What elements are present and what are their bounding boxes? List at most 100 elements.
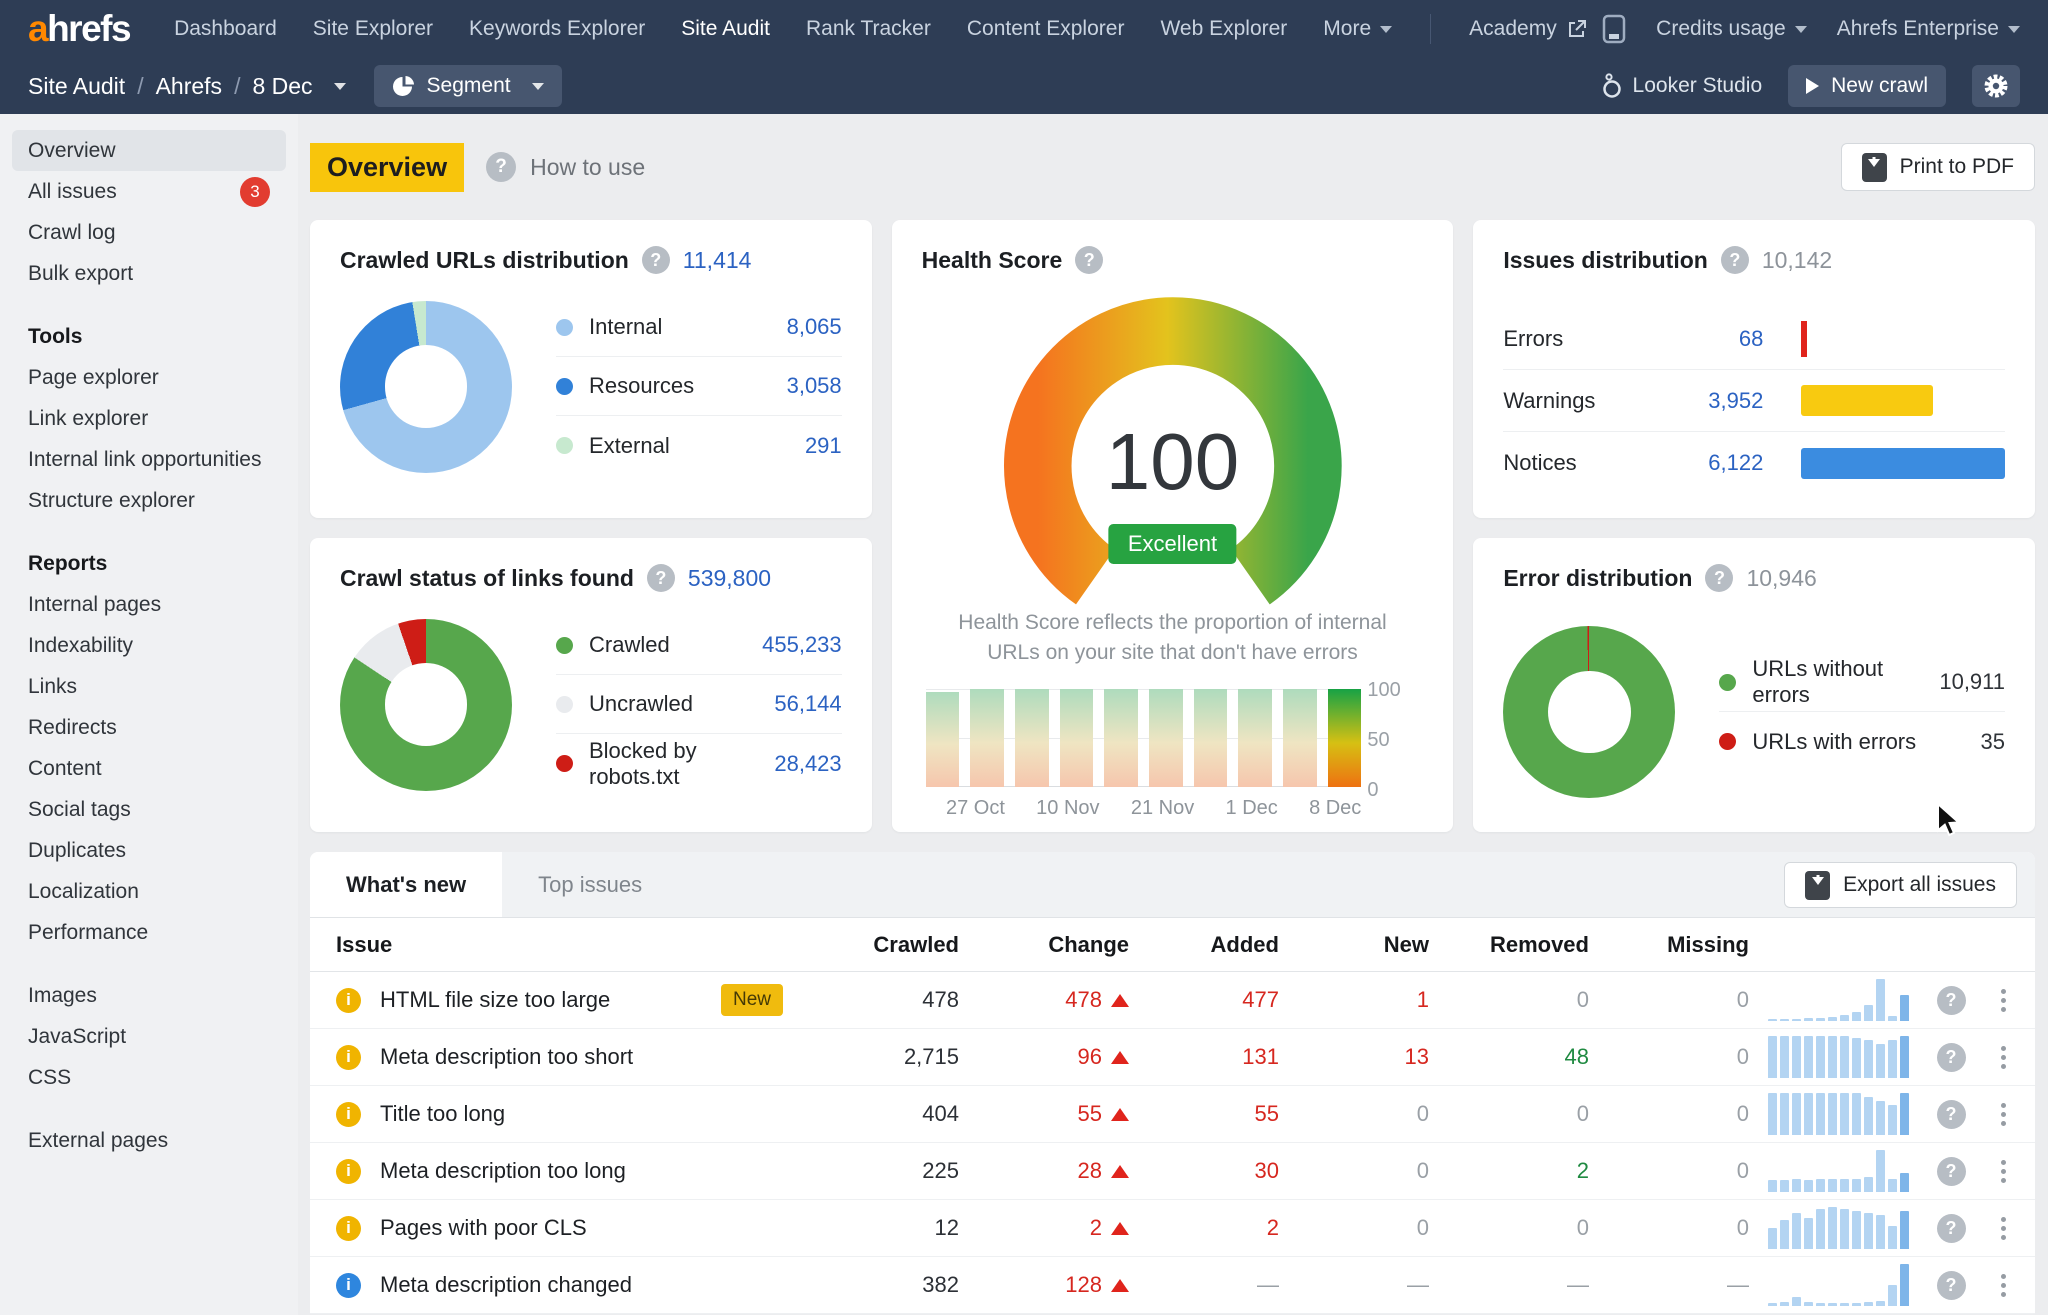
- help-icon[interactable]: ?: [1937, 1100, 1966, 1129]
- sidebar-item-performance[interactable]: Performance: [12, 912, 286, 953]
- help-icon[interactable]: ?: [1937, 1043, 1966, 1072]
- dist-value-link[interactable]: 3,952: [1653, 388, 1763, 414]
- sidebar-item-localization[interactable]: Localization: [12, 871, 286, 912]
- links-found-total-link[interactable]: 539,800: [688, 565, 771, 592]
- sparkline-bar: [1780, 1220, 1789, 1249]
- credits-usage-menu[interactable]: Credits usage: [1656, 17, 1807, 41]
- row-menu-icon[interactable]: [2001, 1160, 2006, 1183]
- issue-link[interactable]: Pages with poor CLS: [380, 1215, 587, 1241]
- column-header-change[interactable]: Change: [959, 932, 1129, 958]
- sidebar-item-redirects[interactable]: Redirects: [12, 707, 286, 748]
- nav-dashboard[interactable]: Dashboard: [174, 17, 277, 41]
- sidebar-item-bulk-export[interactable]: Bulk export: [12, 253, 286, 294]
- ahrefs-logo[interactable]: ahrefs: [28, 8, 130, 50]
- column-header-removed[interactable]: Removed: [1429, 932, 1589, 958]
- column-header-missing[interactable]: Missing: [1589, 932, 1749, 958]
- sidebar-item-duplicates[interactable]: Duplicates: [12, 830, 286, 871]
- looker-studio-link[interactable]: Looker Studio: [1601, 73, 1763, 99]
- how-to-use-link[interactable]: How to use: [530, 154, 645, 181]
- tab-top-issues[interactable]: Top issues: [502, 852, 678, 917]
- breadcrumb-crawl-date[interactable]: 8 Dec: [252, 73, 312, 100]
- legend-value[interactable]: 8,065: [787, 314, 842, 340]
- sidebar-item-overview[interactable]: Overview: [12, 130, 286, 171]
- help-icon[interactable]: ?: [486, 152, 516, 182]
- sidebar-item-social-tags[interactable]: Social tags: [12, 789, 286, 830]
- sidebar-item-page-explorer[interactable]: Page explorer: [12, 357, 286, 398]
- account-menu[interactable]: Ahrefs Enterprise: [1837, 17, 2020, 41]
- nav-more[interactable]: More: [1323, 17, 1392, 41]
- segment-button[interactable]: Segment: [374, 65, 562, 107]
- row-menu-icon[interactable]: [2001, 1046, 2006, 1069]
- issue-link[interactable]: HTML file size too large: [380, 987, 610, 1013]
- nav-site-explorer[interactable]: Site Explorer: [313, 17, 433, 41]
- help-icon[interactable]: ?: [1937, 1214, 1966, 1243]
- help-icon[interactable]: ?: [1937, 1271, 1966, 1300]
- sidebar-item-label: JavaScript: [28, 1025, 126, 1049]
- academy-label: Academy: [1469, 17, 1557, 41]
- device-icon[interactable]: [1602, 14, 1626, 44]
- help-icon[interactable]: ?: [1075, 246, 1103, 274]
- legend-value[interactable]: 56,144: [774, 691, 841, 717]
- nav-web-explorer[interactable]: Web Explorer: [1160, 17, 1287, 41]
- nav-keywords-explorer[interactable]: Keywords Explorer: [469, 17, 645, 41]
- sidebar-item-javascript[interactable]: JavaScript: [12, 1016, 286, 1057]
- export-file-icon: [1805, 871, 1830, 900]
- change-number: 128: [1065, 1272, 1102, 1298]
- sidebar-item-internal-link-opportunities[interactable]: Internal link opportunities: [12, 439, 286, 480]
- settings-button[interactable]: [1972, 65, 2020, 107]
- legend-value[interactable]: 35: [1981, 729, 2005, 755]
- sidebar-item-links[interactable]: Links: [12, 666, 286, 707]
- legend-value[interactable]: 291: [805, 433, 842, 459]
- crawled-urls-total-link[interactable]: 11,414: [683, 247, 752, 274]
- column-header-added[interactable]: Added: [1129, 932, 1279, 958]
- help-icon[interactable]: ?: [1705, 564, 1733, 592]
- row-menu-icon[interactable]: [2001, 1217, 2006, 1240]
- help-icon[interactable]: ?: [647, 564, 675, 592]
- help-icon[interactable]: ?: [1937, 986, 1966, 1015]
- legend-value[interactable]: 10,911: [1939, 669, 2005, 695]
- legend-value[interactable]: 28,423: [774, 751, 841, 777]
- sidebar-item-link-explorer[interactable]: Link explorer: [12, 398, 286, 439]
- issue-row-pages-with-poor-cls: iPages with poor CLS1222000?: [310, 1200, 2035, 1257]
- nav-rank-tracker[interactable]: Rank Tracker: [806, 17, 931, 41]
- sidebar-item-structure-explorer[interactable]: Structure explorer: [12, 480, 286, 521]
- sidebar-item-indexability[interactable]: Indexability: [12, 625, 286, 666]
- help-icon[interactable]: ?: [1721, 246, 1749, 274]
- dist-value-link[interactable]: 6,122: [1653, 450, 1763, 476]
- issue-link[interactable]: Title too long: [380, 1101, 505, 1127]
- nav-academy[interactable]: Academy: [1469, 17, 1587, 41]
- sidebar-item-css[interactable]: CSS: [12, 1057, 286, 1098]
- help-icon[interactable]: ?: [1937, 1157, 1966, 1186]
- issue-row-title-too-long: iTitle too long4045555000?: [310, 1086, 2035, 1143]
- tab-what-s-new[interactable]: What's new: [310, 852, 502, 917]
- print-to-pdf-button[interactable]: Print to PDF: [1841, 143, 2035, 191]
- export-all-issues-button[interactable]: Export all issues: [1784, 862, 2017, 908]
- sidebar-gap: [12, 953, 286, 975]
- sidebar-item-content[interactable]: Content: [12, 748, 286, 789]
- dist-value-link[interactable]: 68: [1653, 326, 1763, 352]
- row-menu-icon[interactable]: [2001, 1274, 2006, 1297]
- breadcrumb-project[interactable]: Ahrefs: [156, 73, 222, 100]
- new-crawl-button[interactable]: New crawl: [1788, 65, 1946, 107]
- x-axis-label: 27 Oct: [946, 797, 1005, 820]
- sidebar-item-all-issues[interactable]: All issues3: [12, 171, 286, 212]
- sidebar-item-internal-pages[interactable]: Internal pages: [12, 584, 286, 625]
- issue-link[interactable]: Meta description changed: [380, 1272, 632, 1298]
- sidebar-item-images[interactable]: Images: [12, 975, 286, 1016]
- legend-value[interactable]: 455,233: [762, 632, 842, 658]
- row-menu-icon[interactable]: [2001, 989, 2006, 1012]
- sidebar-item-crawl-log[interactable]: Crawl log: [12, 212, 286, 253]
- column-header-issue[interactable]: Issue: [336, 932, 809, 958]
- column-header-crawled[interactable]: Crawled: [809, 932, 959, 958]
- nav-site-audit[interactable]: Site Audit: [681, 17, 770, 41]
- issue-link[interactable]: Meta description too short: [380, 1044, 633, 1070]
- breadcrumb-tool[interactable]: Site Audit: [28, 73, 125, 100]
- breadcrumb[interactable]: Site Audit / Ahrefs / 8 Dec: [28, 73, 346, 100]
- issue-link[interactable]: Meta description too long: [380, 1158, 626, 1184]
- nav-content-explorer[interactable]: Content Explorer: [967, 17, 1125, 41]
- column-header-new[interactable]: New: [1279, 932, 1429, 958]
- help-icon[interactable]: ?: [642, 246, 670, 274]
- sidebar-item-external-pages[interactable]: External pages: [12, 1120, 286, 1161]
- row-menu-icon[interactable]: [2001, 1103, 2006, 1126]
- legend-value[interactable]: 3,058: [787, 373, 842, 399]
